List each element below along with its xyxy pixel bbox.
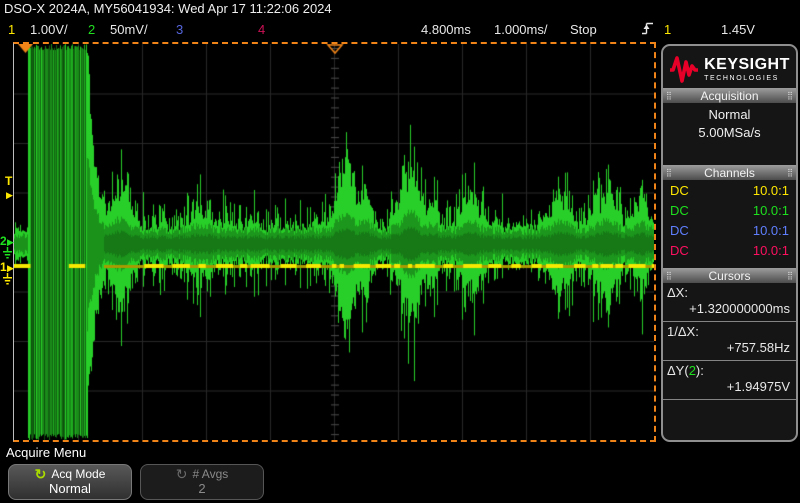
- cursor-dy-label: ΔY(2):: [663, 361, 796, 379]
- waveform-canvas: [14, 44, 654, 440]
- oscilloscope-screen: DSO-X 2024A, MY56041934: Wed Apr 17 11:2…: [0, 0, 800, 503]
- ch4-coupling: DC: [670, 243, 689, 258]
- waveform-display: [13, 42, 656, 442]
- section-header-cursors[interactable]: ⣿ Cursors ⣿: [663, 268, 796, 283]
- softkey-num-avgs-label: # Avgs: [192, 468, 228, 481]
- grip-icon: ⣿: [787, 272, 793, 280]
- cursor-dx-label: ΔX:: [663, 283, 796, 301]
- softkey-num-avgs-value: 2: [198, 482, 205, 496]
- ch3-info-row: DC 10.0:1: [663, 220, 796, 240]
- ch3-probe: 10.0:1: [753, 223, 789, 238]
- ch1-reference-label[interactable]: 1: [0, 262, 7, 273]
- channels-header-label: Channels: [704, 166, 755, 180]
- logo-sub-text: TECHNOLOGIES: [704, 75, 790, 82]
- keysight-logo: KEYSIGHT TECHNOLOGIES: [663, 50, 796, 88]
- ch3-number[interactable]: 3: [176, 22, 183, 37]
- grip-icon: ⣿: [666, 169, 672, 177]
- grip-icon: ⣿: [666, 92, 672, 100]
- section-header-acquisition[interactable]: ⣿ Acquisition ⣿: [663, 88, 796, 103]
- ch4-number[interactable]: 4: [258, 22, 265, 37]
- ch2-number[interactable]: 2: [88, 22, 95, 37]
- sample-rate: 5.00MSa/s: [663, 124, 796, 142]
- ch4-info-row: DC 10.0:1: [663, 240, 796, 260]
- acquisition-header-label: Acquisition: [700, 89, 758, 103]
- cycle-icon: ↻: [176, 468, 188, 481]
- ch2-probe: 10.0:1: [753, 203, 789, 218]
- trigger-level[interactable]: 1.45V: [721, 22, 755, 37]
- grip-icon: ⣿: [787, 92, 793, 100]
- softkey-acq-mode[interactable]: ↻ Acq Mode Normal: [8, 464, 132, 500]
- trigger-source[interactable]: 1: [664, 22, 671, 37]
- ch2-reference-icon[interactable]: ▶: [7, 238, 14, 247]
- ch2-coupling: DC: [670, 203, 689, 218]
- keysight-spark-icon: [669, 55, 699, 83]
- cursor-dy-value: +1.94975V: [663, 379, 796, 400]
- delay-readout[interactable]: 4.800ms: [421, 22, 471, 37]
- run-state: Stop: [570, 22, 597, 37]
- ch1-probe: 10.0:1: [753, 183, 789, 198]
- ch1-info-row: DC 10.0:1: [663, 180, 796, 200]
- ch2-scale[interactable]: 50mV/: [110, 22, 148, 37]
- cycle-icon: ↻: [35, 468, 47, 481]
- menu-title: Acquire Menu: [6, 445, 86, 460]
- ch2-reference-label[interactable]: 2: [0, 236, 7, 247]
- status-bar: 1 1.00V/ 2 50mV/ 3 4 4.800ms 1.000ms/ St…: [0, 19, 800, 40]
- acquisition-mode: Normal: [663, 106, 796, 124]
- ch1-scale[interactable]: 1.00V/: [30, 22, 68, 37]
- trigger-slope-icon: [641, 21, 654, 39]
- ch3-coupling: DC: [670, 223, 689, 238]
- trigger-level-marker-label: T: [5, 176, 12, 187]
- trigger-level-marker-icon[interactable]: ▶: [6, 191, 13, 200]
- cursor-dx-value: +1.320000000ms: [663, 301, 796, 322]
- timebase-readout[interactable]: 1.000ms/: [494, 22, 547, 37]
- cursor-invdx-label: 1/ΔX:: [663, 322, 796, 340]
- grip-icon: ⣿: [666, 272, 672, 280]
- cursor-invdx-value: +757.58Hz: [663, 340, 796, 361]
- section-header-channels[interactable]: ⣿ Channels ⣿: [663, 165, 796, 180]
- title-bar: DSO-X 2024A, MY56041934: Wed Apr 17 11:2…: [4, 1, 332, 16]
- logo-brand-text: KEYSIGHT: [704, 57, 790, 73]
- softkey-acq-mode-label: Acq Mode: [51, 468, 105, 481]
- cursor-dy-channel: 2: [689, 363, 696, 378]
- ch1-coupling: DC: [670, 183, 689, 198]
- info-sidebar: KEYSIGHT TECHNOLOGIES ⣿ Acquisition ⣿ No…: [661, 44, 798, 442]
- ch1-reference-icon[interactable]: ▶: [7, 264, 14, 273]
- softkey-num-avgs[interactable]: ↻ # Avgs 2: [140, 464, 264, 500]
- ch1-ground-icon: [2, 273, 13, 291]
- softkey-acq-mode-value: Normal: [49, 482, 91, 496]
- ch4-probe: 10.0:1: [753, 243, 789, 258]
- grip-icon: ⣿: [787, 169, 793, 177]
- cursors-header-label: Cursors: [708, 269, 750, 283]
- ch1-number[interactable]: 1: [8, 22, 15, 37]
- ch2-info-row: DC 10.0:1: [663, 200, 796, 220]
